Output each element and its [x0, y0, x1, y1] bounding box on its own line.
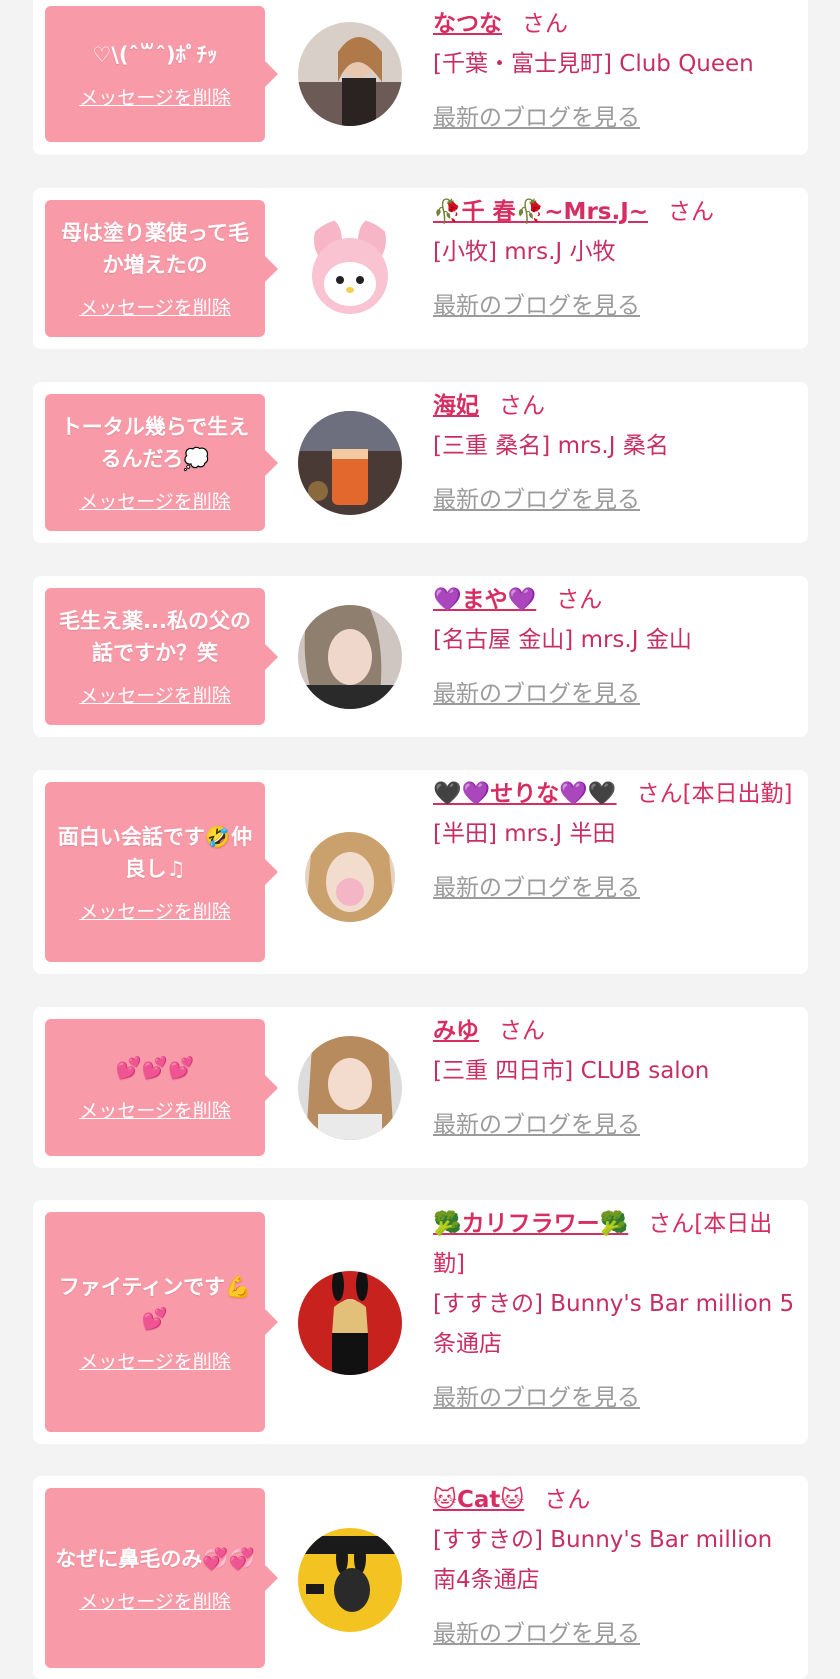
message-text: ♡\(ˆ꒳ˆ)ﾎﾟﾁｯ [92, 42, 218, 67]
avatar[interactable] [298, 1036, 402, 1140]
drink-photo-avatar-icon [298, 411, 402, 515]
message-text: 💕💕💕 [115, 1056, 195, 1080]
message-text: 母は塗り薬使って毛か増えたの [61, 221, 249, 277]
honorific: さん [544, 1487, 591, 1513]
cast-info: 🥦カリフラワー🥦 さん[本日出勤] [すすきの] Bunny's Bar mill… [433, 1204, 796, 1418]
cast-info: なつな さん [千葉・富士見町] Club Queen 最新のブログを見る [433, 4, 796, 138]
blog-link[interactable]: 最新のブログを見る [433, 480, 640, 520]
cast-name-link[interactable]: 🥀千 春🥀~Mrs.J~ [433, 199, 648, 225]
message-bubble: 毛生え薬...私の父の話ですか？笑 メッセージを削除 [45, 588, 278, 725]
message-card: なぜに鼻毛のみ💞💞 メッセージを削除 🐱Cat🐱 さん [すすきの] Bunny'… [33, 1476, 808, 1679]
honorific: さん [522, 11, 568, 37]
shop-label: [千葉・富士見町] Club Queen [433, 51, 754, 77]
shop-label: [半田] mrs.J 半田 [433, 821, 616, 847]
delete-message-link[interactable]: メッセージを削除 [79, 1096, 231, 1123]
message-bubble: 母は塗り薬使って毛か増えたの メッセージを削除 [45, 200, 278, 337]
honorific: さん[本日出勤] [636, 781, 793, 807]
plush-avatar-icon [298, 218, 402, 322]
avatar[interactable] [298, 1271, 402, 1375]
message-card: ♡\(ˆ꒳ˆ)ﾎﾟﾁｯ メッセージを削除 なつな さん [千葉・富士見町] Clu… [33, 0, 808, 155]
cast-name-link[interactable]: 💜まや💜 [433, 587, 536, 613]
avatar[interactable] [298, 22, 402, 126]
magazine-avatar-icon [298, 1528, 402, 1632]
honorific: さん [668, 199, 715, 225]
delete-message-link[interactable]: メッセージを削除 [79, 1587, 231, 1614]
avatar[interactable] [298, 411, 402, 515]
honorific: さん [499, 393, 545, 419]
avatar[interactable] [298, 1528, 402, 1632]
photo-avatar-icon [298, 605, 402, 709]
message-card: 面白い会話です🤣仲良し♫ メッセージを削除 🖤💜せりな💜🖤 さん[本日出勤] [半… [33, 770, 808, 974]
cast-info: 🥀千 春🥀~Mrs.J~ さん [小牧] mrs.J 小牧 最新のブログを見る [433, 192, 796, 326]
cast-name-link[interactable]: 🖤💜せりな💜🖤 [433, 781, 617, 807]
blog-link[interactable]: 最新のブログを見る [433, 1614, 640, 1654]
name-line: 💜まや💜 さん [433, 580, 796, 620]
name-line: 🥦カリフラワー🥦 さん[本日出勤] [433, 1204, 796, 1284]
delete-message-link[interactable]: メッセージを削除 [79, 681, 231, 708]
message-bubble: なぜに鼻毛のみ💞💞 メッセージを削除 [45, 1488, 278, 1668]
cast-info: 💜まや💜 さん [名古屋 金山] mrs.J 金山 最新のブログを見る [433, 580, 796, 714]
message-bubble: 💕💕💕 メッセージを削除 [45, 1019, 278, 1156]
message-card: トータル幾らで生えるんだろ💭 メッセージを削除 海妃 さん [三重 桑名] mrs… [33, 382, 808, 543]
message-text: なぜに鼻毛のみ💞💞 [55, 1546, 255, 1571]
cast-name-link[interactable]: 海妃 [433, 393, 479, 419]
message-bubble: 面白い会話です🤣仲良し♫ メッセージを削除 [45, 782, 278, 962]
name-line: 🖤💜せりな💜🖤 さん[本日出勤] [433, 774, 796, 814]
honorific: さん [499, 1018, 545, 1044]
message-card: ファイティンです💪💕 メッセージを削除 🥦カリフラワー🥦 さん[本日出勤] [すす… [33, 1200, 808, 1444]
name-line: なつな さん [433, 4, 796, 44]
shop-label: [名古屋 金山] mrs.J 金山 [433, 627, 692, 653]
blog-link[interactable]: 最新のブログを見る [433, 1105, 640, 1145]
cast-name-link[interactable]: 🐱Cat🐱 [433, 1487, 524, 1513]
message-text: 面白い会話です🤣仲良し♫ [57, 824, 253, 881]
message-card: 毛生え薬...私の父の話ですか？笑 メッセージを削除 💜まや💜 さん [名古屋 金… [33, 576, 808, 737]
shop-label: [すすきの] Bunny's Bar million 5条通店 [433, 1291, 795, 1357]
cast-name-link[interactable]: みゆ [433, 1018, 479, 1044]
blog-link[interactable]: 最新のブログを見る [433, 98, 640, 138]
cast-info: 🐱Cat🐱 さん [すすきの] Bunny's Bar million 南4条通店… [433, 1480, 796, 1654]
delete-message-link[interactable]: メッセージを削除 [79, 1347, 231, 1374]
avatar[interactable] [298, 218, 402, 322]
name-line: 🐱Cat🐱 さん [433, 1480, 796, 1520]
shop-label: [小牧] mrs.J 小牧 [433, 239, 616, 265]
shop-label: [三重 桑名] mrs.J 桑名 [433, 433, 669, 459]
name-line: 海妃 さん [433, 386, 796, 426]
delete-message-link[interactable]: メッセージを削除 [79, 487, 231, 514]
name-line: みゆ さん [433, 1011, 796, 1051]
avatar[interactable] [305, 832, 395, 922]
cast-info: 海妃 さん [三重 桑名] mrs.J 桑名 最新のブログを見る [433, 386, 796, 520]
cast-name-link[interactable]: 🥦カリフラワー🥦 [433, 1211, 628, 1237]
blog-link[interactable]: 最新のブログを見る [433, 674, 640, 714]
message-text: ファイティンです💪💕 [58, 1274, 252, 1331]
blog-link[interactable]: 最新のブログを見る [433, 286, 640, 326]
delete-message-link[interactable]: メッセージを削除 [79, 83, 231, 110]
message-card: 💕💕💕 メッセージを削除 みゆ さん [三重 四日市] CLUB salon 最新… [33, 1007, 808, 1168]
cast-name-link[interactable]: なつな [433, 11, 502, 37]
cast-info: 🖤💜せりな💜🖤 さん[本日出勤] [半田] mrs.J 半田 最新のブログを見る [433, 774, 796, 908]
shop-label: [三重 四日市] CLUB salon [433, 1058, 710, 1084]
message-bubble: トータル幾らで生えるんだろ💭 メッセージを削除 [45, 394, 278, 531]
message-card: 母は塗り薬使って毛か増えたの メッセージを削除 🥀千 春🥀~Mrs.J~ さん [… [33, 188, 808, 349]
cast-info: みゆ さん [三重 四日市] CLUB salon 最新のブログを見る [433, 1011, 796, 1145]
honorific: さん [556, 587, 603, 613]
bunny-photo-avatar-icon [298, 1271, 402, 1375]
message-text: トータル幾らで生えるんだろ💭 [60, 415, 250, 471]
name-line: 🥀千 春🥀~Mrs.J~ さん [433, 192, 796, 232]
photo-avatar-icon [298, 1036, 402, 1140]
shop-label: [すすきの] Bunny's Bar million 南4条通店 [433, 1527, 773, 1593]
photo-avatar-icon [298, 22, 402, 126]
message-text: 毛生え薬...私の父の話ですか？笑 [59, 609, 251, 665]
message-bubble: ♡\(ˆ꒳ˆ)ﾎﾟﾁｯ メッセージを削除 [45, 6, 278, 142]
message-bubble: ファイティンです💪💕 メッセージを削除 [45, 1212, 278, 1432]
blog-link[interactable]: 最新のブログを見る [433, 1378, 640, 1418]
blog-link[interactable]: 最新のブログを見る [433, 868, 640, 908]
delete-message-link[interactable]: メッセージを削除 [79, 897, 231, 924]
photo-avatar-icon [305, 832, 395, 922]
avatar[interactable] [298, 605, 402, 709]
delete-message-link[interactable]: メッセージを削除 [79, 293, 231, 320]
